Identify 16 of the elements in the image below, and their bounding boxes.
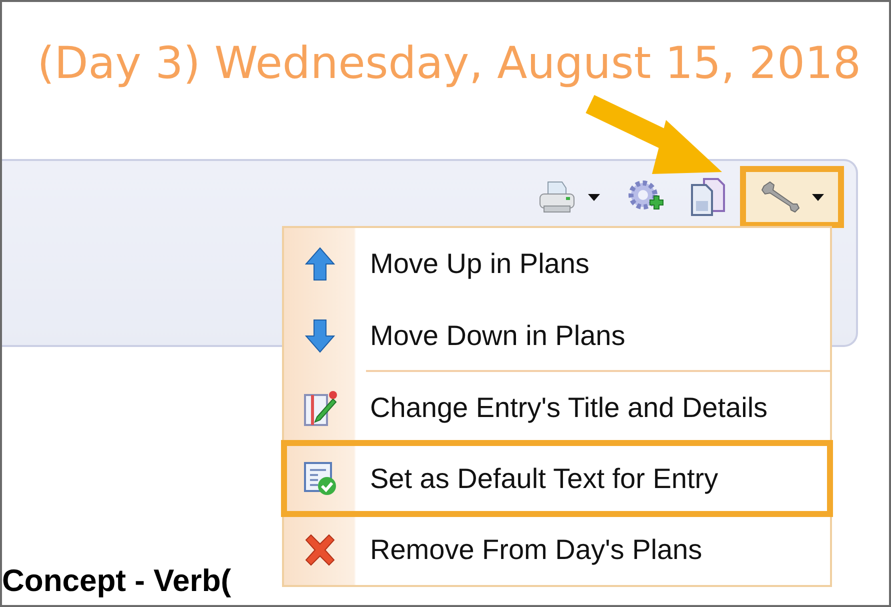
menu-item[interactable]: Move Up in Plans — [284, 228, 830, 299]
tools-button[interactable] — [746, 172, 838, 222]
printer-icon — [538, 180, 576, 214]
caret-icon — [588, 194, 600, 200]
section-heading: Concept - Verb( — [2, 563, 232, 599]
up-arrow-icon — [305, 246, 335, 280]
menu-item[interactable]: Set as Default Text for Entry — [284, 443, 830, 514]
wrench-icon — [760, 180, 800, 214]
edit-document-icon — [303, 388, 337, 426]
menu-item[interactable]: Change Entry's Title and Details — [284, 372, 830, 443]
document-check-icon — [303, 460, 337, 496]
copy-icon — [690, 177, 726, 217]
menu-item[interactable]: Remove From Day's Plans — [284, 514, 830, 585]
down-arrow-icon — [305, 318, 335, 352]
caret-icon — [812, 194, 824, 200]
page-title: (Day 3) Wednesday, August 15, 2018 — [37, 38, 861, 89]
